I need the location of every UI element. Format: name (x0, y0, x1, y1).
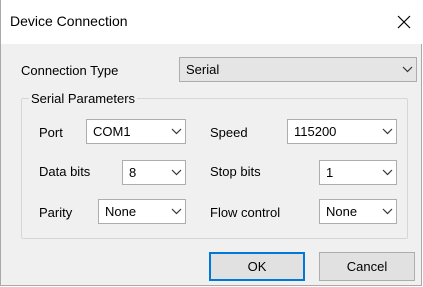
device-connection-dialog: Device Connection Connection Type Serial… (0, 0, 423, 286)
stop-bits-value: 1 (326, 165, 334, 180)
serial-parameters-title: Serial Parameters (29, 91, 138, 106)
flow-control-label: Flow control (210, 205, 281, 220)
parity-label: Parity (39, 205, 73, 220)
chevron-down-icon (167, 161, 185, 184)
chevron-down-icon (378, 200, 396, 223)
flow-control-value: None (326, 204, 358, 219)
chevron-down-icon (167, 200, 185, 223)
port-value: COM1 (93, 124, 131, 139)
connection-type-value: Serial (186, 62, 220, 77)
stop-bits-select[interactable]: 1 (319, 160, 397, 185)
parity-select[interactable]: None (98, 199, 186, 224)
flow-control-select[interactable]: None (319, 199, 397, 224)
port-select[interactable]: COM1 (86, 119, 186, 144)
connection-type-select[interactable]: Serial (179, 57, 417, 82)
chevron-down-icon (398, 58, 416, 81)
data-bits-value: 8 (129, 165, 137, 180)
speed-label: Speed (210, 125, 248, 140)
chevron-down-icon (378, 161, 396, 184)
chevron-down-icon (167, 120, 185, 143)
window-title: Device Connection (10, 13, 128, 29)
close-icon (397, 15, 411, 29)
data-bits-label: Data bits (39, 164, 91, 179)
speed-select[interactable]: 115200 (287, 119, 397, 144)
parity-value: None (105, 204, 137, 219)
cancel-button[interactable]: Cancel (319, 252, 415, 281)
speed-value: 115200 (294, 124, 337, 139)
data-bits-select[interactable]: 8 (122, 160, 186, 185)
stop-bits-label: Stop bits (210, 164, 261, 179)
chevron-down-icon (378, 120, 396, 143)
title-bar: Device Connection (1, 0, 423, 44)
ok-button[interactable]: OK (209, 252, 305, 281)
connection-type-label: Connection Type (21, 63, 119, 78)
port-label: Port (39, 125, 63, 140)
close-button[interactable] (385, 8, 423, 36)
